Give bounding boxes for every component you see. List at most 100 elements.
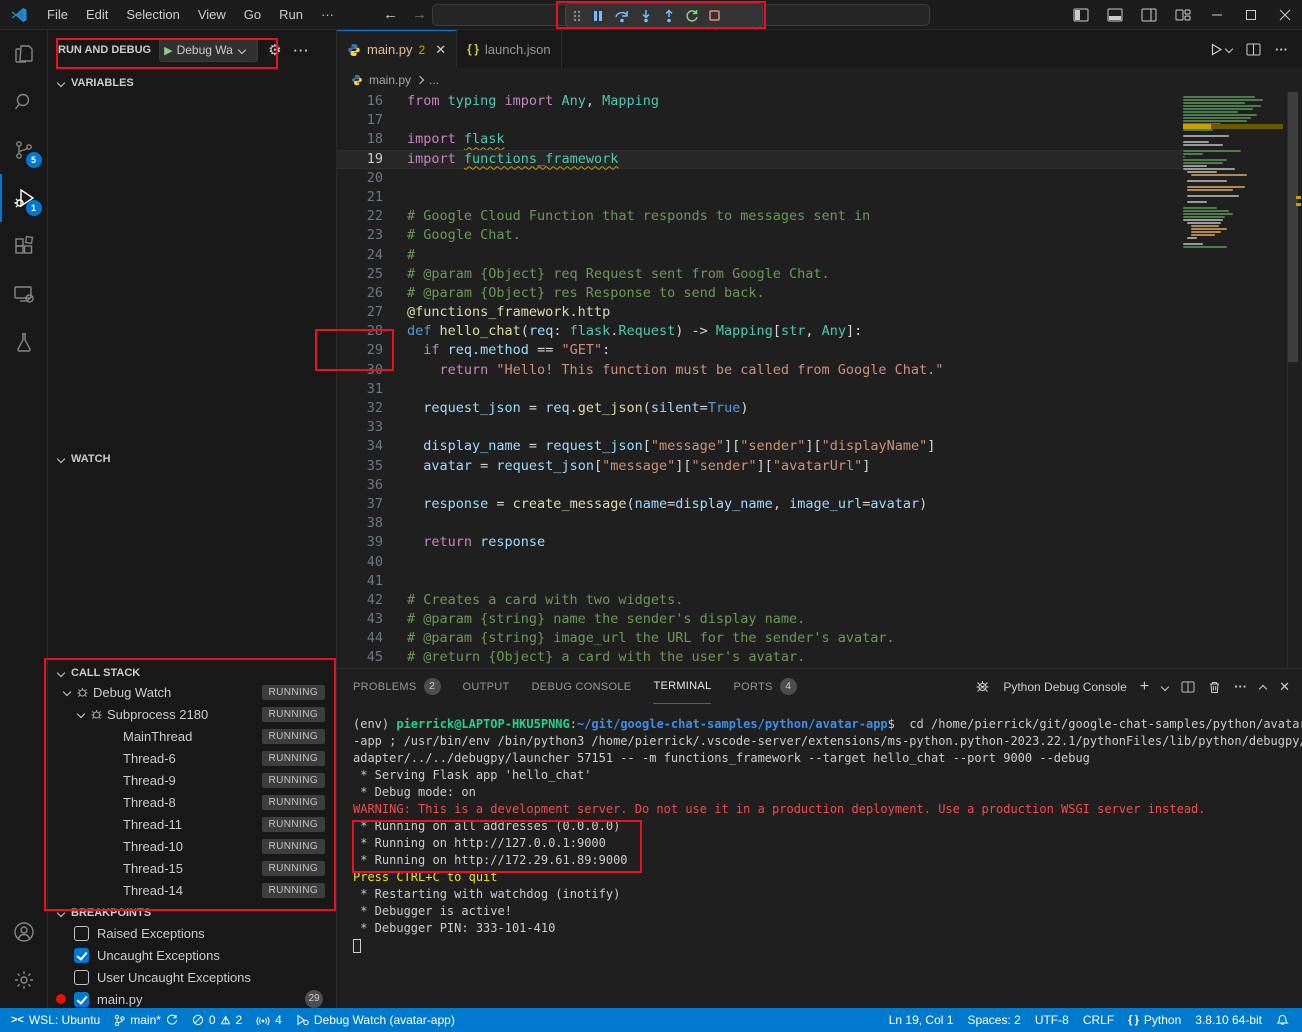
- line-number[interactable]: 17: [337, 111, 383, 130]
- call-stack-row[interactable]: Thread-9RUNNING: [48, 769, 337, 791]
- menu-run[interactable]: Run: [270, 7, 312, 22]
- code-editor[interactable]: 16from typing import Any, Mapping1718imp…: [337, 92, 1183, 668]
- menu-selection[interactable]: Selection: [117, 7, 188, 22]
- notifications-bell-icon[interactable]: [1269, 1008, 1296, 1032]
- tab-close-icon[interactable]: ✕: [435, 42, 446, 58]
- scrollbar-thumb[interactable]: [1288, 92, 1298, 362]
- call-stack-row[interactable]: Thread-6RUNNING: [48, 747, 337, 769]
- breakpoint-item[interactable]: User Uncaught Exceptions: [48, 966, 337, 988]
- pause-icon[interactable]: [591, 9, 605, 23]
- toggle-panel-icon[interactable]: [1098, 0, 1132, 30]
- panel-tab-ports[interactable]: PORTS4: [733, 669, 796, 704]
- panel-tab-output[interactable]: OUTPUT: [463, 669, 510, 704]
- panel-tab-terminal[interactable]: TERMINAL: [653, 669, 711, 704]
- line-number[interactable]: 42: [337, 591, 383, 610]
- line-number[interactable]: 16: [337, 92, 383, 111]
- breakpoint-item[interactable]: main.py29: [48, 988, 337, 1010]
- menu-go[interactable]: Go: [235, 7, 270, 22]
- line-number[interactable]: 28: [337, 322, 383, 341]
- tab-main-py[interactable]: main.py 2 ✕: [337, 30, 457, 68]
- minimap[interactable]: [1183, 92, 1283, 668]
- call-stack-row[interactable]: Thread-8RUNNING: [48, 791, 337, 813]
- maximize-panel-icon[interactable]: [1259, 684, 1267, 692]
- testing-icon[interactable]: [0, 318, 48, 366]
- line-number[interactable]: 29: [337, 341, 383, 360]
- line-number[interactable]: 41: [337, 572, 383, 591]
- line-number[interactable]: 38: [337, 514, 383, 533]
- call-stack-row[interactable]: Thread-11RUNNING: [48, 813, 337, 835]
- checkbox[interactable]: [74, 926, 89, 941]
- panel-more-actions-icon[interactable]: ···: [1234, 679, 1247, 694]
- watch-section-header[interactable]: WATCH: [48, 449, 337, 469]
- call-stack-row[interactable]: Debug WatchRUNNING: [48, 681, 337, 703]
- language-mode[interactable]: { } Python: [1121, 1008, 1188, 1032]
- step-out-icon[interactable]: [662, 9, 676, 23]
- eol-sequence[interactable]: CRLF: [1076, 1008, 1121, 1032]
- line-number[interactable]: 36: [337, 476, 383, 495]
- new-terminal-icon[interactable]: +: [1140, 678, 1149, 696]
- call-stack-row[interactable]: Thread-15RUNNING: [48, 857, 337, 879]
- line-number[interactable]: 37: [337, 495, 383, 514]
- terminal-output[interactable]: (env) pierrick@LAPTOP-HKU5PNNG:~/git/goo…: [353, 716, 1293, 954]
- breakpoint-item[interactable]: Uncaught Exceptions: [48, 944, 337, 966]
- close-window-icon[interactable]: [1268, 0, 1302, 30]
- checkbox[interactable]: [74, 948, 89, 963]
- line-number[interactable]: 24: [337, 246, 383, 265]
- call-stack-row[interactable]: Thread-14RUNNING: [48, 879, 337, 901]
- breadcrumb-file[interactable]: main.py: [369, 73, 411, 87]
- line-number[interactable]: 23: [337, 226, 383, 245]
- minimize-icon[interactable]: [1200, 0, 1234, 30]
- line-number[interactable]: 44: [337, 629, 383, 648]
- line-number[interactable]: 19: [337, 150, 383, 169]
- breadcrumb[interactable]: main.py ...: [337, 68, 1302, 92]
- toggle-sidebar-icon[interactable]: [1064, 0, 1098, 30]
- debug-settings-gear-icon[interactable]: ⚙: [268, 41, 281, 59]
- split-terminal-icon[interactable]: [1181, 681, 1195, 693]
- indentation[interactable]: Spaces: 2: [960, 1008, 1027, 1032]
- sidebar-more-actions-icon[interactable]: ···: [294, 43, 310, 58]
- line-number[interactable]: 22: [337, 207, 383, 226]
- step-over-icon[interactable]: [614, 9, 630, 23]
- breakpoint-item[interactable]: Raised Exceptions: [48, 922, 337, 944]
- encoding[interactable]: UTF-8: [1028, 1008, 1076, 1032]
- forward-arrow-icon[interactable]: →: [412, 6, 427, 23]
- line-number[interactable]: 43: [337, 610, 383, 629]
- remote-explorer-icon[interactable]: [0, 270, 48, 318]
- checkbox[interactable]: [74, 992, 89, 1007]
- extensions-icon[interactable]: [0, 222, 48, 270]
- line-number[interactable]: 39: [337, 533, 383, 552]
- line-number[interactable]: 35: [337, 457, 383, 476]
- breadcrumb-more[interactable]: ...: [429, 73, 439, 87]
- line-number[interactable]: 45: [337, 648, 383, 667]
- stop-icon[interactable]: [708, 9, 721, 22]
- call-stack-section-header[interactable]: CALL STACK: [48, 663, 337, 683]
- variables-section-header[interactable]: VARIABLES: [48, 73, 337, 93]
- menu-view[interactable]: View: [189, 7, 235, 22]
- restart-icon[interactable]: [685, 9, 699, 23]
- git-branch[interactable]: main*: [107, 1008, 185, 1032]
- back-arrow-icon[interactable]: ←: [383, 6, 398, 23]
- line-number[interactable]: 21: [337, 188, 383, 207]
- call-stack-row[interactable]: Thread-10RUNNING: [48, 835, 337, 857]
- panel-tab-problems[interactable]: PROBLEMS2: [353, 669, 441, 704]
- close-panel-icon[interactable]: ✕: [1279, 679, 1290, 695]
- checkbox[interactable]: [74, 970, 89, 985]
- source-control-icon[interactable]: 5: [0, 126, 48, 174]
- debug-config-dropdown[interactable]: ▶ Debug Wa: [159, 38, 258, 62]
- kill-terminal-icon[interactable]: [1208, 680, 1221, 694]
- line-number[interactable]: 25: [337, 265, 383, 284]
- call-stack-row[interactable]: MainThreadRUNNING: [48, 725, 337, 747]
- line-number[interactable]: 40: [337, 553, 383, 572]
- search-icon[interactable]: [0, 78, 48, 126]
- terminal-profile-label[interactable]: Python Debug Console: [1003, 680, 1126, 694]
- cursor-position[interactable]: Ln 19, Col 1: [882, 1008, 961, 1032]
- forwarded-ports[interactable]: 4: [249, 1008, 289, 1032]
- start-debug-icon[interactable]: ▶: [164, 44, 172, 57]
- run-and-debug-icon[interactable]: 1: [0, 174, 48, 222]
- python-interpreter[interactable]: 3.8.10 64-bit: [1188, 1008, 1269, 1032]
- line-number[interactable]: 18: [337, 130, 383, 149]
- tab-launch-json[interactable]: { } launch.json: [457, 30, 562, 68]
- problems-summary[interactable]: 0 ⚠ 2: [185, 1008, 249, 1032]
- line-number[interactable]: 34: [337, 437, 383, 456]
- menu-file[interactable]: File: [38, 7, 77, 22]
